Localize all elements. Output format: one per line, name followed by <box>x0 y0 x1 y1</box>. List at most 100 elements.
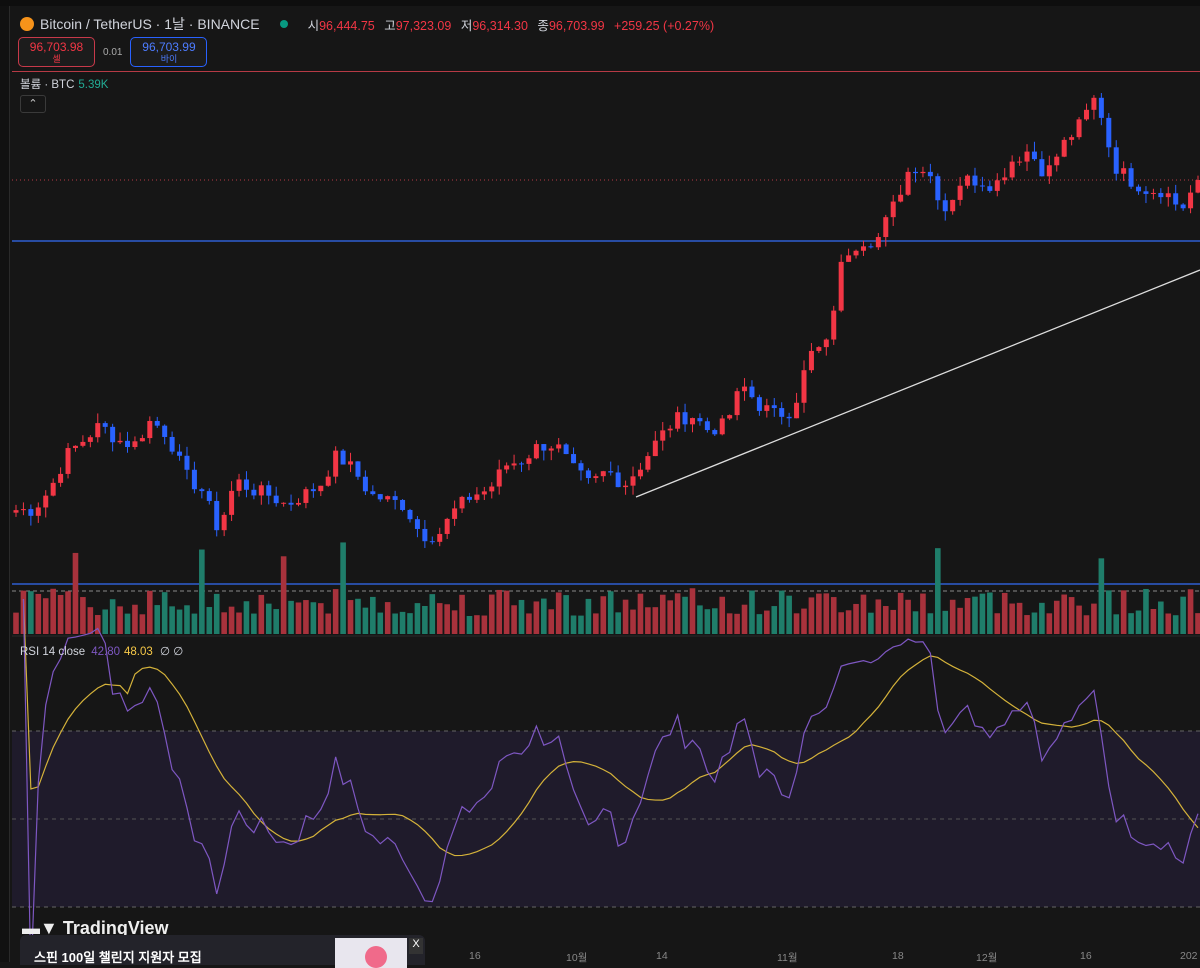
sell-button[interactable]: 96,703.98셀 <box>18 37 95 67</box>
volume-bar <box>221 612 227 634</box>
candle <box>876 237 881 247</box>
volume-bar <box>348 600 354 634</box>
candle <box>489 487 494 492</box>
volume-bar <box>80 597 86 634</box>
buy-button[interactable]: 96,703.99바이 <box>130 37 207 67</box>
candle <box>578 463 583 470</box>
volume-bar <box>571 615 577 634</box>
volume-bar <box>682 597 688 634</box>
candle <box>132 441 137 447</box>
candle <box>898 195 903 202</box>
volume-bar <box>65 591 71 634</box>
volume-bar <box>489 595 495 634</box>
candle <box>913 172 918 173</box>
candle <box>809 351 814 370</box>
candle <box>816 347 821 351</box>
candle <box>497 469 502 486</box>
candle <box>1181 204 1186 208</box>
candle <box>482 491 487 494</box>
volume-bar <box>965 598 971 634</box>
volume-bar <box>563 595 569 634</box>
candle <box>556 444 561 448</box>
candle <box>1151 193 1156 194</box>
candle <box>846 255 851 261</box>
candle <box>802 370 807 403</box>
candle <box>289 503 294 505</box>
volume-bar <box>1195 613 1200 634</box>
spread-value: 0.01 <box>103 47 122 58</box>
volume-bar <box>43 598 49 634</box>
ad-banner[interactable]: 스핀 100일 챌린지 지원자 모집 X <box>20 935 425 965</box>
candle <box>118 441 123 442</box>
volume-bar <box>600 596 606 634</box>
volume-bar <box>1002 593 1008 634</box>
candle <box>170 437 175 452</box>
candle <box>593 476 598 478</box>
candle <box>214 501 219 530</box>
candle <box>995 180 1000 191</box>
divider <box>12 71 1200 72</box>
volume-bar <box>868 613 874 634</box>
price-chart[interactable] <box>0 0 1200 962</box>
candle <box>839 262 844 311</box>
candle <box>43 496 48 508</box>
volume-bar <box>415 603 421 634</box>
candle <box>73 446 78 448</box>
candle <box>184 456 189 470</box>
volume-bar <box>764 611 770 634</box>
candle <box>742 387 747 392</box>
candle <box>601 471 606 476</box>
volume-bar <box>861 595 867 634</box>
volume-bar <box>1173 615 1179 634</box>
volume-bar <box>913 611 919 634</box>
volume-bar <box>942 611 948 634</box>
candle <box>1158 193 1163 197</box>
volume-bar <box>13 613 19 634</box>
symbol-title[interactable]: Bitcoin / TetherUS · 1날 · BINANCE <box>40 14 260 34</box>
candle <box>207 491 212 501</box>
candle <box>645 456 650 470</box>
volume-bar <box>392 613 398 634</box>
candle <box>735 391 740 415</box>
volume-bar <box>653 607 659 634</box>
candle <box>36 507 41 515</box>
candle <box>370 491 375 494</box>
volume-bar <box>987 592 993 634</box>
ad-close-button[interactable]: X <box>409 938 423 954</box>
candle <box>1047 165 1052 176</box>
candle <box>1069 137 1074 140</box>
market-open-status-icon <box>280 20 288 28</box>
volume-bar <box>883 606 889 634</box>
volume-bar <box>920 594 926 634</box>
candle <box>452 508 457 518</box>
candle <box>1099 98 1104 118</box>
candle <box>88 437 93 442</box>
volume-bar <box>88 607 94 634</box>
candle <box>749 387 754 398</box>
volume-bar <box>630 610 636 634</box>
volume-bar <box>385 602 391 634</box>
candle <box>1106 118 1111 147</box>
volume-bar <box>690 588 696 634</box>
candle <box>474 494 479 499</box>
candle <box>281 503 286 504</box>
volume-bar <box>541 599 547 634</box>
candle <box>854 251 859 256</box>
volume-bar <box>1151 609 1157 634</box>
candle <box>393 496 398 500</box>
candle <box>928 172 933 176</box>
volume-bar <box>50 589 56 634</box>
axis-label: 16 <box>1080 950 1092 962</box>
volume-bar <box>675 593 681 634</box>
candle <box>467 497 472 500</box>
candle <box>296 503 301 505</box>
volume-bar <box>333 589 339 634</box>
volume-bar <box>467 616 473 634</box>
collapse-legend-button[interactable]: ⌃ <box>20 95 46 113</box>
volume-bar <box>117 606 123 634</box>
candle <box>1017 162 1022 163</box>
volume-bar <box>608 591 614 634</box>
volume-bar <box>1061 595 1067 634</box>
volume-bar <box>586 599 592 634</box>
volume-bar <box>1032 613 1038 634</box>
